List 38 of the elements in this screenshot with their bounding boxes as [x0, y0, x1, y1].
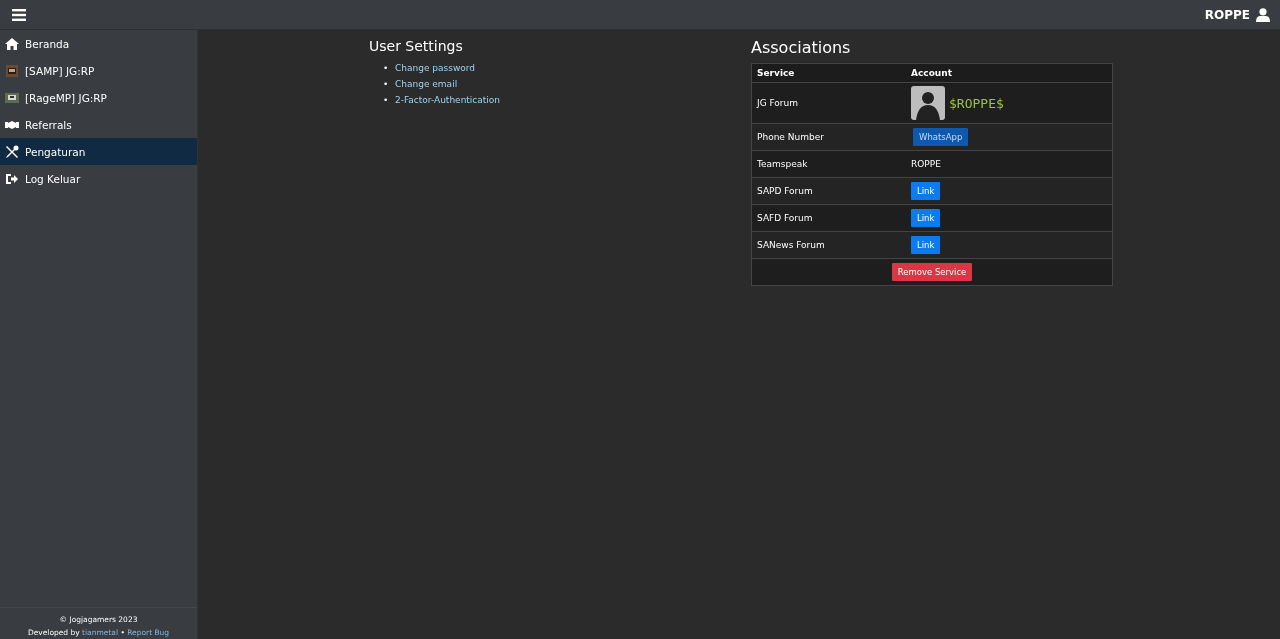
game-logo-icon: [5, 63, 19, 78]
bullet: •: [383, 78, 390, 91]
table-cell: SAPD Forum: [751, 177, 906, 205]
nav-item[interactable]: Pengaturan: [0, 138, 197, 165]
bullet: •: [383, 62, 390, 75]
nav-item[interactable]: Beranda: [0, 30, 197, 57]
whatsapp-button[interactable]: WhatsApp: [913, 128, 969, 146]
settings-link[interactable]: Change password: [395, 63, 476, 73]
logout-icon: [5, 171, 19, 186]
bullet: •: [383, 94, 390, 107]
tools-icon: [5, 144, 19, 159]
table-cell: Phone Number: [751, 123, 906, 151]
section-title: Associations: [751, 38, 852, 57]
forum-username: $ROPPE$: [949, 95, 1004, 111]
nav-item[interactable]: Log Keluar: [0, 165, 197, 192]
table-cell: Teamspeak: [751, 150, 906, 178]
home-icon: [5, 36, 19, 51]
menu-icon[interactable]: [12, 8, 26, 21]
nav-item[interactable]: [RageMP] JG:RP: [0, 84, 197, 111]
settings-link[interactable]: Change email: [395, 79, 458, 89]
nav-item[interactable]: Referrals: [0, 111, 197, 138]
table-cell: SANews Forum: [751, 231, 906, 259]
user-icon[interactable]: [1256, 7, 1270, 22]
avatar: [911, 86, 945, 120]
table-cell: ROPPE: [906, 150, 1113, 178]
remove-service-button[interactable]: Remove Service: [891, 263, 973, 281]
table-cell: SAFD Forum: [751, 204, 906, 232]
game-logo-icon: [5, 90, 19, 105]
link-button[interactable]: Link: [911, 182, 941, 200]
section-title: User Settings: [369, 38, 464, 54]
column-header: Service: [751, 63, 906, 83]
column-header: Account: [906, 63, 1113, 83]
username[interactable]: ROPPE: [1204, 7, 1250, 22]
settings-link[interactable]: 2-Factor-Authentication: [395, 95, 501, 105]
nav-item[interactable]: [SAMP] JG:RP: [0, 57, 197, 84]
link-button[interactable]: Link: [911, 209, 941, 227]
table-cell: JG Forum: [751, 82, 906, 124]
link-button[interactable]: Link: [911, 236, 941, 254]
